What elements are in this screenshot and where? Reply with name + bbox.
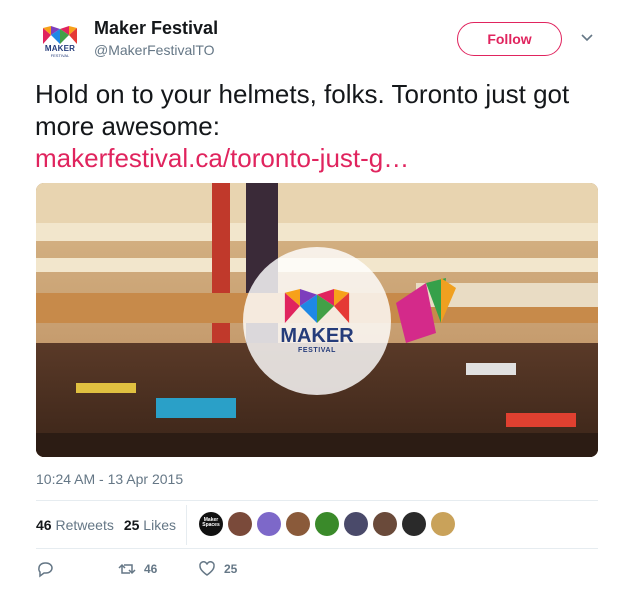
liker-avatar[interactable] <box>228 512 252 536</box>
tweet-link[interactable]: makerfestival.ca/toronto-just-g… <box>35 142 605 174</box>
liker-avatar-label: Maker Spaces <box>202 517 220 528</box>
maker-logo-icon <box>43 26 77 44</box>
reply-button[interactable] <box>36 560 62 578</box>
heart-icon <box>199 561 215 576</box>
like-count: 25 <box>224 562 238 576</box>
chevron-down-icon[interactable] <box>579 30 595 46</box>
liker-avatar[interactable] <box>257 512 281 536</box>
tweet: MAKER FESTIVAL Maker Festival @MakerFest… <box>0 0 634 601</box>
divider <box>36 548 598 549</box>
media-logo-text: MAKER <box>280 324 354 347</box>
liker-avatar[interactable] <box>431 512 455 536</box>
media-logo-subtext: FESTIVAL <box>297 346 337 354</box>
avatar-logo-subtext: FESTIVAL <box>50 53 70 58</box>
liker-avatar[interactable] <box>286 512 310 536</box>
author-handle[interactable]: @MakerFestivalTO <box>94 42 215 58</box>
follow-button[interactable]: Follow <box>457 22 562 56</box>
retweet-icon <box>118 563 136 575</box>
liker-avatar[interactable] <box>402 512 426 536</box>
maker-logo-icon <box>284 288 350 323</box>
divider <box>186 505 187 545</box>
likes-stat[interactable]: 25 Likes <box>124 517 176 533</box>
likes-count: 25 <box>123 517 140 533</box>
liker-avatar[interactable] <box>344 512 368 536</box>
retweets-stat[interactable]: 46 Retweets <box>36 517 114 533</box>
author-avatar[interactable]: MAKER FESTIVAL <box>36 18 84 66</box>
liker-avatar[interactable] <box>373 512 397 536</box>
tweet-body: Hold on to your helmets, folks. Toronto … <box>35 79 570 141</box>
retweet-button[interactable]: 46 <box>118 560 157 578</box>
tweet-text: Hold on to your helmets, folks. Toronto … <box>35 78 605 174</box>
like-button[interactable]: 25 <box>198 560 237 578</box>
retweets-count: 46 <box>36 517 52 533</box>
likes-label: Likes <box>143 517 176 533</box>
retweets-label: Retweets <box>55 517 114 533</box>
media-maker-logo: MAKER FESTIVAL <box>243 247 391 395</box>
divider <box>36 500 598 501</box>
author-name[interactable]: Maker Festival <box>94 18 218 39</box>
tweet-media-photo[interactable]: MAKER FESTIVAL <box>36 183 598 457</box>
tweet-stats: 46 Retweets 25 Likes <box>36 502 186 548</box>
retweet-count: 46 <box>144 562 158 576</box>
tweet-timestamp[interactable]: 10:24 AM - 13 Apr 2015 <box>36 471 183 487</box>
reply-icon <box>38 562 53 578</box>
liker-avatar[interactable] <box>315 512 339 536</box>
avatar-logo-text: MAKER <box>44 44 76 53</box>
liker-avatars: Maker Spaces <box>199 512 460 536</box>
liker-avatar[interactable]: Maker Spaces <box>199 512 223 536</box>
